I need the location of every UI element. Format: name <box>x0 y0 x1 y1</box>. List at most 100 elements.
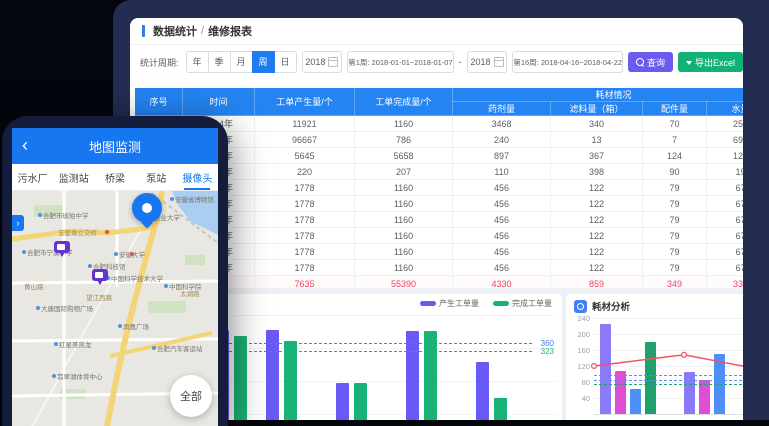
phone-page-title: 地图监测 <box>89 137 141 156</box>
period-option[interactable]: 季 <box>208 51 231 73</box>
table-cell: 79 <box>643 228 707 244</box>
poi-dot-icon <box>52 374 56 378</box>
chart-bar <box>284 341 297 420</box>
poi-dot-icon <box>88 264 92 268</box>
table-cell: 1778 <box>255 180 355 196</box>
table-cell: 240 <box>453 132 551 148</box>
y-axis-tick-label: 80 <box>568 378 590 387</box>
table-cell: 129 <box>707 148 744 164</box>
chart-gridline <box>594 318 743 319</box>
map-expander-button[interactable]: › <box>12 215 24 231</box>
table-cell: 5645 <box>255 148 355 164</box>
workorder-chart-legend[interactable]: 产生工单量 完成工单量 <box>420 298 552 309</box>
period-option[interactable]: 月 <box>230 51 253 73</box>
back-chevron-icon[interactable]: ‹ <box>22 134 28 156</box>
poi-text: 红星美凯龙 <box>59 339 92 349</box>
y-axis-tick-label: 40 <box>568 394 590 403</box>
x-axis-line <box>594 414 743 415</box>
map-poi-label: 合肥市琥珀中学 <box>38 210 89 220</box>
table-cell: 1778 <box>255 212 355 228</box>
table-cell: 5658 <box>355 148 453 164</box>
camera-marker-icon[interactable] <box>92 269 108 281</box>
poi-text: 黄山路 <box>24 281 44 291</box>
phone-tab-摄像头[interactable]: 摄像头 <box>177 164 218 190</box>
poi-text: 五里墩立交桥 <box>58 227 97 237</box>
all-filter-button[interactable]: 全部 <box>170 375 212 417</box>
export-excel-button[interactable]: 导出Excel <box>678 52 743 72</box>
table-cell: 1778 <box>255 228 355 244</box>
table-cell: 250 <box>707 116 744 132</box>
group-column-header: 耗材情况 <box>453 88 744 102</box>
table-cell: 690 <box>707 132 744 148</box>
export-button-label: 导出Excel <box>695 56 735 69</box>
breadcrumb-section: 数据统计 <box>153 23 197 39</box>
legend-item: 完成工单量 <box>493 298 552 309</box>
period-option[interactable]: 日 <box>274 51 297 73</box>
chart-bar <box>476 362 489 420</box>
table-cell: 90 <box>643 164 707 180</box>
table-cell: 67 <box>707 196 744 212</box>
map-poi-label: 望江西路 <box>86 292 112 302</box>
chart-bar <box>645 342 656 414</box>
to-year-select[interactable]: 2018 <box>467 51 508 73</box>
phone-tab-桥梁[interactable]: 桥梁 <box>94 164 135 190</box>
table-cell: 67 <box>707 260 744 276</box>
map-view[interactable]: 体育馆安徽农业大学安徽省博物馆合肥市琥珀中学五里墩立交桥合肥市宁溪小学安徽大学合… <box>12 191 218 426</box>
poi-dot-icon <box>118 324 122 328</box>
poi-text: 翡翠湖体育中心 <box>57 371 103 381</box>
legend-pill-icon <box>493 301 509 306</box>
column-header: 时间 <box>183 88 255 116</box>
chart-bar <box>494 398 507 420</box>
reference-line <box>594 380 743 381</box>
poi-text: 凤凰广场 <box>123 321 149 331</box>
column-header: 序号 <box>135 88 183 116</box>
y-axis-tick-label: 160 <box>568 346 590 355</box>
table-cell: 786 <box>355 132 453 148</box>
table-cell: 1160 <box>355 244 453 260</box>
table-cell: 79 <box>643 180 707 196</box>
chart-bar <box>336 383 349 420</box>
breadcrumb: 数据统计 / 维修报表 <box>130 18 743 45</box>
table-cell: 1160 <box>355 260 453 276</box>
poi-dot-icon <box>152 346 156 350</box>
camera-lens <box>57 244 65 250</box>
phone-tab-泵站[interactable]: 泵站 <box>136 164 177 190</box>
phone-tab-污水厂[interactable]: 污水厂 <box>12 164 53 190</box>
to-week-input[interactable]: 第16周: 2018-04-16~2018-04-22 <box>512 51 623 73</box>
map-poi-label: 大唐国际购物广场 <box>36 303 93 313</box>
table-cell: 1778 <box>255 260 355 276</box>
selected-location-marker[interactable] <box>132 193 162 223</box>
phone-tab-监测站[interactable]: 监测站 <box>53 164 94 190</box>
query-button[interactable]: 查询 <box>628 52 673 72</box>
camera-marker-icon[interactable] <box>54 241 70 253</box>
table-cell: 11921 <box>255 116 355 132</box>
table-cell: 19 <box>707 164 744 180</box>
table-cell: 1778 <box>255 196 355 212</box>
period-label: 统计周期: <box>140 56 179 69</box>
table-row[interactable]: 12014年119211160346834070250 <box>135 116 744 132</box>
page-title: 维修报表 <box>208 23 252 39</box>
table-header-row: 序号时间工单产生量/个工单完成量/个耗材情况 <box>135 88 744 102</box>
period-option[interactable]: 年 <box>186 51 209 73</box>
from-year-select[interactable]: 2018 <box>302 51 343 73</box>
sub-column-header: 药剂量 <box>453 102 551 116</box>
table-cell: 207 <box>355 164 453 180</box>
table-cell: 1160 <box>355 212 453 228</box>
from-year-value: 2018 <box>305 57 325 67</box>
legend-label: 产生工单量 <box>439 299 479 308</box>
table-cell: 96667 <box>255 132 355 148</box>
table-cell: 456 <box>453 228 551 244</box>
from-week-input[interactable]: 第1周: 2018-01-01~2018-01-07 <box>347 51 453 73</box>
table-cell: 122 <box>551 196 643 212</box>
map-poi-label: 合肥汽车客运站 <box>152 343 203 353</box>
chart-bar <box>354 383 367 420</box>
poi-text: 望江西路 <box>86 292 112 302</box>
legend-item: 产生工单量 <box>420 298 479 309</box>
table-cell: 456 <box>453 212 551 228</box>
poi-text: 合肥市琥珀中学 <box>43 210 89 220</box>
table-cell: 79 <box>643 260 707 276</box>
phone-tab-bar: 污水厂监测站桥梁泵站摄像头 <box>12 164 218 191</box>
breadcrumb-separator: / <box>201 25 204 37</box>
table-cell: 67 <box>707 228 744 244</box>
period-option[interactable]: 周 <box>252 51 275 73</box>
